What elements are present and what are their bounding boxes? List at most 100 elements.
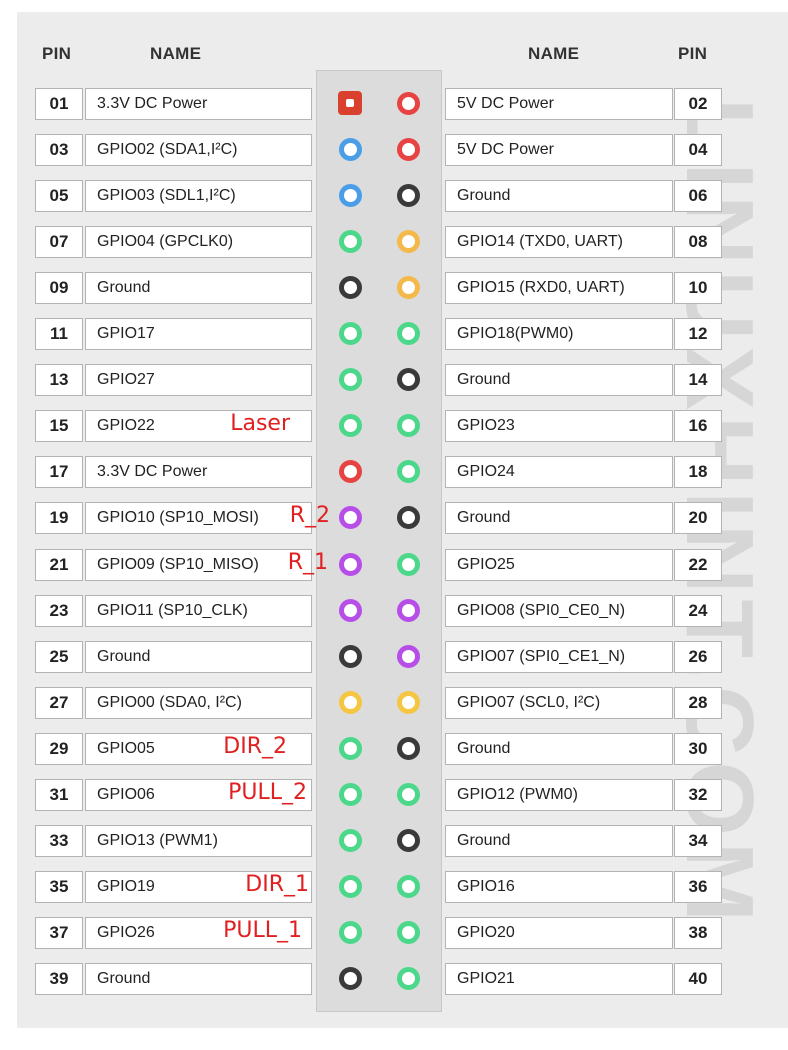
pin-right-dot <box>396 598 420 622</box>
pin-right-dot <box>396 552 420 576</box>
pin-name-right: Ground <box>445 825 673 857</box>
pin-left-dot <box>338 690 362 714</box>
pin-number-right: 40 <box>674 963 722 995</box>
pin-number-right: 08 <box>674 226 722 258</box>
pin-name-left: GPIO13 (PWM1) <box>85 825 312 857</box>
pin-number-left: 39 <box>35 963 83 995</box>
pin-right-dot <box>396 505 420 529</box>
pin-number-left: 03 <box>35 134 83 166</box>
pin-number-right: 38 <box>674 917 722 949</box>
pin-name-right: GPIO18(PWM0) <box>445 318 673 350</box>
annotation-label: PULL_1 <box>223 918 302 943</box>
pin-number-right: 12 <box>674 318 722 350</box>
pin-name-left: 3.3V DC Power <box>85 88 312 120</box>
pin-number-left: 33 <box>35 825 83 857</box>
pin-name-right: Ground <box>445 364 673 396</box>
pin-left-dot <box>338 552 362 576</box>
pin-name-left: Ground <box>85 641 312 673</box>
pin-right-dot <box>396 91 420 115</box>
pin-right-dot <box>396 874 420 898</box>
pin-number-left: 37 <box>35 917 83 949</box>
pin-number-right: 28 <box>674 687 722 719</box>
pin-row: 23 GPIO11 (SP10_CLK) GPIO08 (SPI0_CE0_N) 24 <box>0 595 788 627</box>
pin-row: 19 GPIO10 (SP10_MOSI) Ground 20 <box>0 502 788 534</box>
pin-left-dot <box>338 598 362 622</box>
pin-name-right: GPIO25 <box>445 549 673 581</box>
pin-number-right: 10 <box>674 272 722 304</box>
pin-right-dot <box>396 229 420 253</box>
pin-number-left: 25 <box>35 641 83 673</box>
pin-name-left: GPIO04 (GPCLK0) <box>85 226 312 258</box>
header-name-left: NAME <box>150 44 202 63</box>
pin-right-dot <box>396 183 420 207</box>
pin-number-right: 26 <box>674 641 722 673</box>
annotation-label: Laser <box>230 411 290 436</box>
pin-right-dot <box>396 275 420 299</box>
pin-left-dot <box>338 91 362 115</box>
pin-right-dot <box>396 920 420 944</box>
pin-right-dot <box>396 644 420 668</box>
pin-number-left: 01 <box>35 88 83 120</box>
pin-name-left: GPIO10 (SP10_MOSI) <box>85 502 312 534</box>
header-name-right: NAME <box>528 44 580 63</box>
pin-name-left: GPIO09 (SP10_MISO) <box>85 549 312 581</box>
pin-number-left: 07 <box>35 226 83 258</box>
pin-row: 17 3.3V DC Power GPIO24 18 <box>0 456 788 488</box>
pin-right-dot <box>396 736 420 760</box>
pin-row: 33 GPIO13 (PWM1) Ground 34 <box>0 825 788 857</box>
pin-name-right: Ground <box>445 502 673 534</box>
pin-number-left: 35 <box>35 871 83 903</box>
pin-number-right: 14 <box>674 364 722 396</box>
pin-name-right: GPIO08 (SPI0_CE0_N) <box>445 595 673 627</box>
pin-left-dot <box>338 137 362 161</box>
annotation-label: DIR_2 <box>223 734 287 759</box>
pin-name-left: GPIO00 (SDA0, I²C) <box>85 687 312 719</box>
pin-row: 25 Ground GPIO07 (SPI0_CE1_N) 26 <box>0 641 788 673</box>
pin-right-dot <box>396 966 420 990</box>
pin-right-dot <box>396 828 420 852</box>
pin-right-dot <box>396 137 420 161</box>
pin-number-left: 13 <box>35 364 83 396</box>
header-pin-left: PIN <box>42 44 72 63</box>
pin-left-dot <box>338 736 362 760</box>
pin-name-left: Ground <box>85 272 312 304</box>
pin-name-left: GPIO17 <box>85 318 312 350</box>
pin-left-dot <box>338 782 362 806</box>
pin-name-right: Ground <box>445 180 673 212</box>
pin-row: 01 3.3V DC Power 5V DC Power 02 <box>0 88 788 120</box>
pin-number-left: 05 <box>35 180 83 212</box>
pin-left-dot <box>338 459 362 483</box>
pin-name-left: GPIO02 (SDA1,I²C) <box>85 134 312 166</box>
pin-left-dot <box>338 413 362 437</box>
pin-left-dot <box>338 229 362 253</box>
pin-number-left: 27 <box>35 687 83 719</box>
pin-number-right: 02 <box>674 88 722 120</box>
pin-name-right: GPIO15 (RXD0, UART) <box>445 272 673 304</box>
pin-right-dot <box>396 459 420 483</box>
pin-row: 13 GPIO27 Ground 14 <box>0 364 788 396</box>
pin-row: 07 GPIO04 (GPCLK0) GPIO14 (TXD0, UART) 08 <box>0 226 788 258</box>
pin-row: 35 GPIO19 GPIO16 36 <box>0 871 788 903</box>
pin-left-dot <box>338 920 362 944</box>
pin-number-left: 31 <box>35 779 83 811</box>
pin-left-dot <box>338 321 362 345</box>
annotation-label: R_2 <box>289 503 330 528</box>
pin-number-left: 17 <box>35 456 83 488</box>
pin-number-left: 19 <box>35 502 83 534</box>
pin-left-dot <box>338 505 362 529</box>
pin-number-left: 29 <box>35 733 83 765</box>
pin-number-right: 30 <box>674 733 722 765</box>
pin-name-left: Ground <box>85 963 312 995</box>
pin-number-left: 21 <box>35 549 83 581</box>
pin-left-dot <box>338 828 362 852</box>
pin-left-dot <box>338 183 362 207</box>
pin-row: 11 GPIO17 GPIO18(PWM0) 12 <box>0 318 788 350</box>
pin-row: 15 GPIO22 GPIO23 16 <box>0 410 788 442</box>
pin-row: 21 GPIO09 (SP10_MISO) GPIO25 22 <box>0 549 788 581</box>
annotation-label: PULL_2 <box>228 780 307 805</box>
pin-right-dot <box>396 413 420 437</box>
pin-name-right: GPIO14 (TXD0, UART) <box>445 226 673 258</box>
pin-row: 05 GPIO03 (SDL1,I²C) Ground 06 <box>0 180 788 212</box>
pin-number-left: 23 <box>35 595 83 627</box>
pin-row: 03 GPIO02 (SDA1,I²C) 5V DC Power 04 <box>0 134 788 166</box>
